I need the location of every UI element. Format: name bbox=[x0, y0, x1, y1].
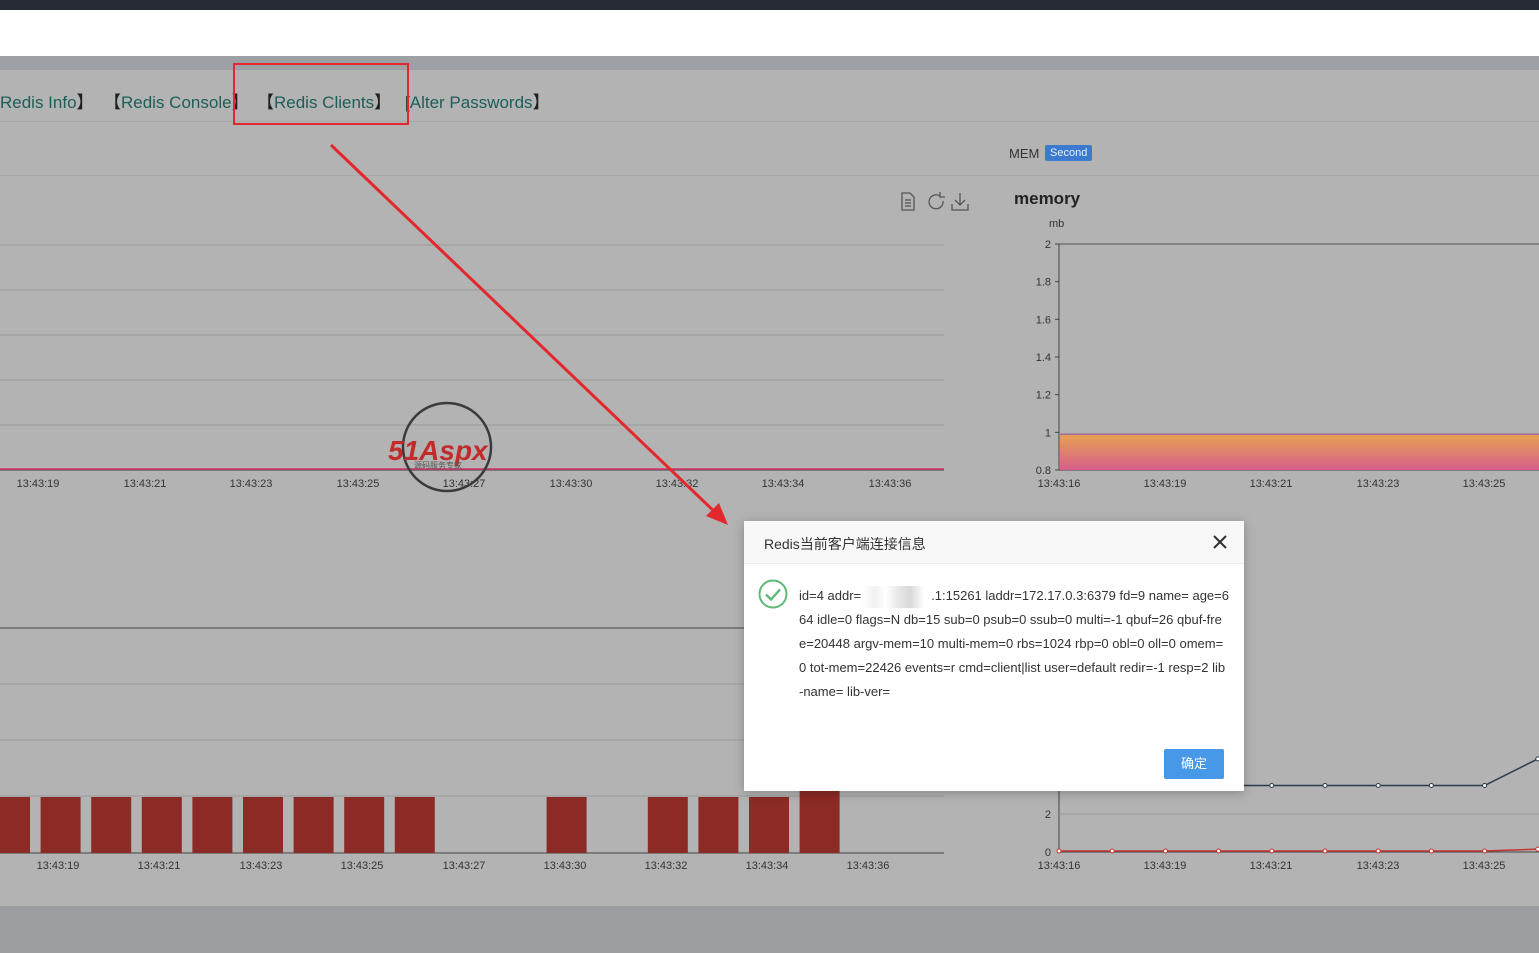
dialog-body: id=4 addr= .1:15261 laddr=172.17.0.3:6379… bbox=[799, 584, 1229, 704]
x-tick-label: 13:43:25 bbox=[337, 478, 380, 490]
x-tick-label: 13:43:23 bbox=[240, 860, 283, 872]
highlight-box bbox=[233, 63, 409, 125]
x-tick-label: 13:43:21 bbox=[1250, 478, 1293, 490]
x-tick-label: 13:43:32 bbox=[645, 860, 688, 872]
bar bbox=[698, 797, 739, 853]
x-tick-label: 13:43:23 bbox=[1357, 478, 1400, 490]
bar bbox=[192, 797, 233, 853]
x-tick-label: 13:43:36 bbox=[847, 860, 890, 872]
y-tick-label: 1.4 bbox=[1036, 352, 1051, 364]
x-tick-label: 13:43:34 bbox=[746, 860, 789, 872]
memory-area bbox=[1060, 434, 1539, 470]
series-point bbox=[1109, 848, 1115, 854]
body-prefix: id=4 addr= bbox=[799, 588, 862, 603]
series-point bbox=[1375, 783, 1381, 788]
series-point bbox=[1216, 848, 1222, 854]
bar bbox=[0, 797, 30, 853]
x-tick-label: 13:43:21 bbox=[138, 860, 181, 872]
series-point bbox=[1162, 848, 1168, 854]
bar bbox=[749, 797, 789, 853]
bar bbox=[141, 797, 182, 853]
y-tick-label: 1.2 bbox=[1036, 390, 1051, 402]
memory-y-unit: mb bbox=[1049, 218, 1064, 230]
x-tick-label: 13:43:16 bbox=[1038, 860, 1081, 872]
dialog-header: Redis当前客户端连接信息 bbox=[744, 521, 1244, 564]
x-tick-label: 13:43:21 bbox=[124, 478, 167, 490]
client-info-dialog: Redis当前客户端连接信息 id=4 addr= .1:15261 laddr=… bbox=[744, 521, 1244, 791]
footer-bar bbox=[0, 906, 1539, 953]
x-tick-label: 13:43:30 bbox=[544, 860, 587, 872]
bar bbox=[647, 797, 688, 853]
series-point bbox=[1375, 848, 1381, 854]
series-point bbox=[1322, 848, 1328, 854]
bar bbox=[293, 797, 334, 853]
x-tick-label: 13:43:25 bbox=[1463, 860, 1506, 872]
series-point bbox=[1428, 783, 1434, 788]
series-point bbox=[1056, 848, 1062, 854]
y-tick-label: 1.6 bbox=[1036, 314, 1051, 326]
x-tick-label: 13:43:25 bbox=[341, 860, 384, 872]
y-tick-label: 0.8 bbox=[1036, 465, 1051, 477]
y-tick-label: 2 bbox=[1045, 239, 1051, 251]
x-tick-label: 13:43:21 bbox=[1250, 860, 1293, 872]
check-circle-icon bbox=[758, 579, 788, 609]
chart-memory: memory mb 0.8 1 1.2 1.4 1.6 1.8 2 13:43:16 13:4… bbox=[1014, 189, 1539, 490]
bar bbox=[40, 797, 81, 853]
x-tick-label: 13:43:30 bbox=[550, 478, 593, 490]
close-icon[interactable] bbox=[1210, 532, 1230, 552]
bar bbox=[243, 797, 283, 853]
series-point bbox=[1269, 848, 1275, 854]
x-tick-label: 13:43:19 bbox=[1144, 860, 1187, 872]
y-tick-label: 0 bbox=[1045, 847, 1051, 859]
x-tick-label: 13:43:25 bbox=[1463, 478, 1506, 490]
bar bbox=[799, 790, 840, 853]
x-tick-label: 13:43:19 bbox=[17, 478, 60, 490]
memory-chart-title: memory bbox=[1014, 189, 1081, 208]
series-point bbox=[1269, 783, 1275, 788]
series-line bbox=[1059, 848, 1538, 852]
bar bbox=[394, 797, 435, 853]
series-point bbox=[1482, 848, 1488, 854]
x-tick-label: 13:43:23 bbox=[230, 478, 273, 490]
dialog-title: Redis当前客户端连接信息 bbox=[764, 536, 926, 552]
series-point bbox=[1322, 783, 1328, 788]
x-tick-label: 13:43:16 bbox=[1038, 478, 1081, 490]
x-tick-label: 13:43:36 bbox=[869, 478, 912, 490]
watermark-subtext: 源码服务专家 bbox=[414, 460, 462, 470]
x-tick-label: 13:43:19 bbox=[1144, 478, 1187, 490]
series-point bbox=[1428, 848, 1434, 854]
y-tick-label: 1.8 bbox=[1036, 277, 1051, 289]
confirm-button[interactable]: 确定 bbox=[1164, 749, 1224, 779]
charts-layer: 13:43:19 13:43:21 13:43:23 13:43:25 13:43:27… bbox=[0, 143, 1539, 872]
series-point bbox=[1482, 783, 1488, 788]
y-tick-label: 2 bbox=[1045, 809, 1051, 821]
x-tick-label: 13:43:19 bbox=[37, 860, 80, 872]
x-tick-label: 13:43:23 bbox=[1357, 860, 1400, 872]
redacted-address bbox=[861, 585, 932, 608]
bar bbox=[91, 797, 132, 853]
y-tick-label: 1 bbox=[1045, 427, 1051, 439]
x-tick-label: 13:43:34 bbox=[762, 478, 805, 490]
bar bbox=[344, 797, 385, 853]
bar bbox=[546, 797, 587, 853]
x-tick-label: 13:43:27 bbox=[443, 860, 486, 872]
